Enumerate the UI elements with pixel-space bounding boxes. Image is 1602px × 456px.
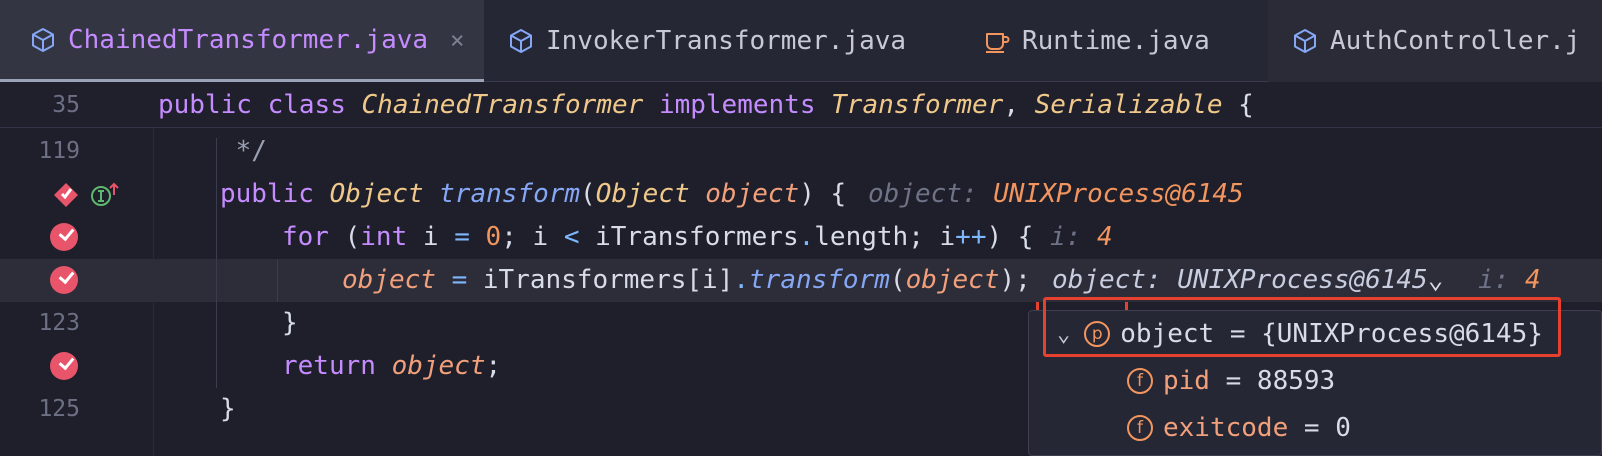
field-value: = 0	[1303, 413, 1351, 443]
closing-brace: }	[282, 308, 298, 338]
field-value: = 88593	[1225, 366, 1336, 396]
inline-debug-value[interactable]: object: UNIXProcess@6145⌄	[1052, 259, 1443, 302]
tab-chainedtransformer[interactable]: ChainedTransformer.java ×	[0, 0, 484, 82]
line-number: 119	[38, 138, 80, 164]
breakpoint-icon[interactable]	[50, 352, 78, 380]
java-class-icon	[508, 28, 534, 54]
tab-invokertransformer[interactable]: InvokerTransformer.java	[484, 0, 954, 82]
return-statement: return object;	[282, 351, 502, 381]
breakpoint-icon[interactable]	[50, 266, 78, 294]
tab-label: AuthController.j	[1330, 26, 1581, 56]
code-line-121[interactable]: for (int i = 0; i < iTransformers.length…	[0, 216, 1602, 259]
line-number: 35	[52, 92, 80, 118]
highlight-box-object	[1043, 297, 1561, 357]
indent-guide	[216, 138, 217, 388]
implements-method-icon[interactable]	[90, 181, 120, 209]
java-class-icon	[30, 27, 56, 53]
inline-debug-i: i: 4	[1478, 265, 1541, 295]
comment-end: */	[220, 136, 267, 166]
assignment-statement: object = iTransformers[i].transform(obje…	[342, 265, 1031, 295]
tree-node-exitcode[interactable]: f exitcode = 0	[1029, 405, 1602, 451]
tab-authcontroller[interactable]: AuthController.j	[1268, 0, 1602, 82]
breakpoint-icon[interactable]	[50, 223, 78, 251]
close-icon[interactable]: ×	[450, 26, 464, 54]
code-line-122-current[interactable]: object = iTransformers[i].transform(obje…	[0, 259, 1602, 302]
indent-guide	[277, 259, 278, 302]
field-icon: f	[1127, 368, 1153, 394]
code-line-119[interactable]: 119 */	[0, 130, 1602, 173]
tab-label: InvokerTransformer.java	[546, 26, 907, 56]
closing-brace: }	[220, 394, 236, 424]
inlay-hint-i: i: 4	[1050, 222, 1113, 252]
field-name: exitcode	[1163, 413, 1289, 443]
field-icon: f	[1127, 415, 1153, 441]
inlay-hint-object: object: UNIXProcess@6145	[868, 179, 1244, 209]
sticky-scroll-line[interactable]: 35 public class ChainedTransformer imple…	[0, 82, 1602, 128]
chevron-down-icon: ⌄	[1427, 265, 1444, 295]
tree-node-pid[interactable]: f pid = 88593	[1029, 358, 1602, 404]
code-line-120[interactable]: public Object transform(Object object) {…	[0, 173, 1602, 216]
field-name: pid	[1163, 366, 1210, 396]
line-number: 123	[38, 310, 80, 336]
for-statement: for (int i = 0; i < iTransformers.length…	[282, 222, 1034, 252]
tab-runtime[interactable]: Runtime.java	[954, 0, 1268, 82]
method-declaration: public Object transform(Object object) {	[220, 179, 847, 209]
line-number: 125	[38, 396, 80, 422]
editor-tab-bar: ChainedTransformer.java × InvokerTransfo…	[0, 0, 1602, 82]
tab-label: ChainedTransformer.java	[68, 24, 429, 55]
breakpoint-icon[interactable]	[52, 181, 80, 209]
java-coffee-icon	[984, 28, 1010, 54]
java-class-icon	[1292, 28, 1318, 54]
class-declaration: public class ChainedTransformer implemen…	[158, 90, 1254, 120]
tab-label: Runtime.java	[1022, 26, 1210, 56]
